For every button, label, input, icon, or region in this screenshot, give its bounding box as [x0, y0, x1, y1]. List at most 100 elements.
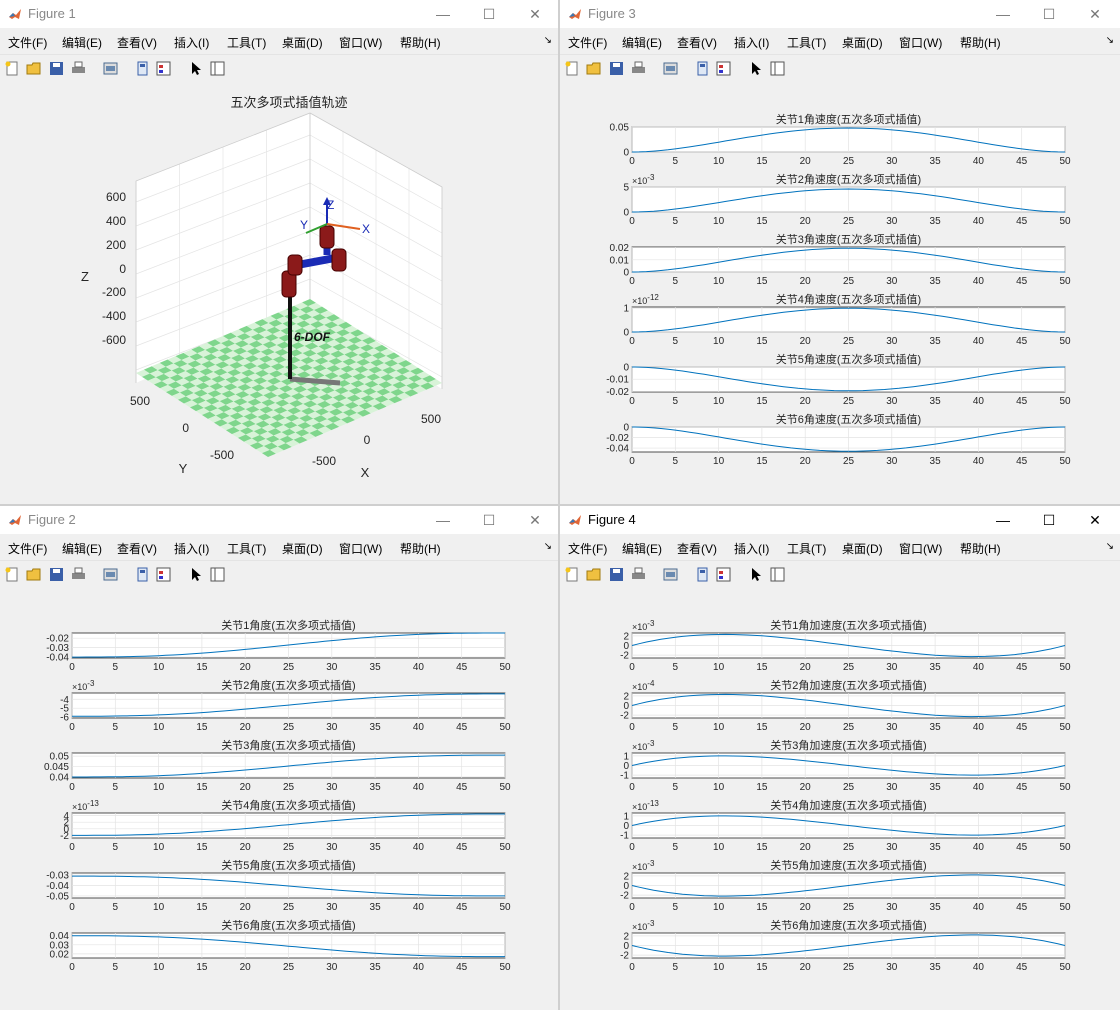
menu-item[interactable]: 编辑(E): [622, 34, 662, 51]
minimize-button[interactable]: —: [420, 0, 466, 28]
print-icon[interactable]: [70, 60, 87, 77]
menu-item[interactable]: 桌面(D): [282, 34, 323, 51]
subplot[interactable]: 关节6角加速度(五次多项式插值)0 5 10 15 20 25 30 35 40 45 5020-2…: [620, 918, 1071, 973]
open-file-icon[interactable]: [586, 566, 603, 583]
maximize-button[interactable]: ☐: [1026, 0, 1072, 28]
pointer-icon[interactable]: [747, 60, 764, 77]
subplot[interactable]: 关节2角速度(五次多项式插值)0 5 10 15 20 25 30 35 40 45 5050×10…: [623, 172, 1071, 227]
menu-item[interactable]: 编辑(E): [62, 34, 102, 51]
save-icon[interactable]: [48, 60, 65, 77]
subplot[interactable]: 关节5角度(五次多项式插值)0 5 10 15 20 25 30 35 40 45 50-0.03-…: [46, 858, 511, 913]
plot-browser-icon[interactable]: [209, 566, 226, 583]
open-file-icon[interactable]: [26, 566, 43, 583]
menu-item[interactable]: 文件(F): [8, 34, 47, 51]
subplot[interactable]: 关节1角度(五次多项式插值)0 5 10 15 20 25 30 35 40 45 50-0.02-…: [46, 618, 511, 673]
new-figure-icon[interactable]: [564, 566, 581, 583]
close-button[interactable]: ✕: [512, 0, 558, 28]
dock-icon[interactable]: [694, 566, 711, 583]
plot-browser-icon[interactable]: [769, 566, 786, 583]
menu-item[interactable]: 编辑(E): [62, 540, 102, 557]
subplot[interactable]: 关节2角加速度(五次多项式插值)0 5 10 15 20 25 30 35 40 45 5020-2…: [620, 678, 1071, 733]
menu-overflow-icon[interactable]: ↘: [1106, 35, 1114, 46]
menu-item[interactable]: 工具(T): [227, 34, 266, 51]
dock-icon[interactable]: [134, 566, 151, 583]
subplot[interactable]: 关节4角速度(五次多项式插值)0 5 10 15 20 25 30 35 40 45 5010×10…: [623, 292, 1071, 347]
menu-item[interactable]: 桌面(D): [282, 540, 323, 557]
menu-item[interactable]: 工具(T): [787, 540, 826, 557]
menu-item[interactable]: 工具(T): [787, 34, 826, 51]
menu-item[interactable]: 帮助(H): [400, 34, 441, 51]
minimize-button[interactable]: —: [980, 0, 1026, 28]
menu-item[interactable]: 插入(I): [734, 34, 769, 51]
menu-item[interactable]: 文件(F): [568, 540, 607, 557]
subplot[interactable]: 关节6角度(五次多项式插值)0 5 10 15 20 25 30 35 40 45 500.040.…: [50, 918, 511, 973]
menu-item[interactable]: 帮助(H): [400, 540, 441, 557]
menu-overflow-icon[interactable]: ↘: [544, 541, 552, 552]
subplot[interactable]: 关节3角度(五次多项式插值)0 5 10 15 20 25 30 35 40 45 500.050.…: [44, 738, 511, 793]
save-icon[interactable]: [608, 566, 625, 583]
subplot[interactable]: 关节2角度(五次多项式插值)0 5 10 15 20 25 30 35 40 45 50-4-5-6…: [60, 678, 511, 733]
close-button[interactable]: ✕: [512, 506, 558, 534]
menu-item[interactable]: 窗口(W): [339, 34, 382, 51]
angle-subplots[interactable]: 关节1角度(五次多项式插值)0 5 10 15 20 25 30 35 40 45 50-0.02-…: [0, 589, 558, 1010]
menu-item[interactable]: 查看(V): [117, 34, 157, 51]
menu-item[interactable]: 窗口(W): [899, 34, 942, 51]
subplot[interactable]: 关节5角速度(五次多项式插值)0 5 10 15 20 25 30 35 40 45 500-0.0…: [606, 352, 1071, 407]
subplot[interactable]: 关节6角速度(五次多项式插值)0 5 10 15 20 25 30 35 40 45 500-0.0…: [606, 412, 1071, 467]
menu-overflow-icon[interactable]: ↘: [1106, 541, 1114, 552]
plot-browser-icon[interactable]: [209, 60, 226, 77]
close-button[interactable]: ✕: [1072, 506, 1118, 534]
subplot[interactable]: 关节1角加速度(五次多项式插值)0 5 10 15 20 25 30 35 40 45 5020-2…: [620, 618, 1071, 673]
menu-item[interactable]: 桌面(D): [842, 34, 883, 51]
subplot[interactable]: 关节3角加速度(五次多项式插值)0 5 10 15 20 25 30 35 40 45 5010-1…: [620, 738, 1071, 793]
subplot[interactable]: 关节3角速度(五次多项式插值)0 5 10 15 20 25 30 35 40 45 500.020…: [610, 232, 1071, 287]
menu-item[interactable]: 查看(V): [677, 34, 717, 51]
menu-item[interactable]: 窗口(W): [339, 540, 382, 557]
subplot[interactable]: 关节4角度(五次多项式插值)0 5 10 15 20 25 30 35 40 45 50420-2×…: [60, 798, 511, 853]
pointer-icon[interactable]: [747, 566, 764, 583]
close-button[interactable]: ✕: [1072, 0, 1118, 28]
title-bar[interactable]: Figure 3 — ☐ ✕: [560, 0, 1120, 28]
acceleration-subplots[interactable]: 关节1角加速度(五次多项式插值)0 5 10 15 20 25 30 35 40 45 5020-2…: [560, 589, 1120, 1010]
maximize-button[interactable]: ☐: [466, 0, 512, 28]
menu-item[interactable]: 插入(I): [174, 34, 209, 51]
menu-item[interactable]: 窗口(W): [899, 540, 942, 557]
menu-item[interactable]: 插入(I): [174, 540, 209, 557]
plot-browser-icon[interactable]: [769, 60, 786, 77]
menu-overflow-icon[interactable]: ↘: [544, 35, 552, 46]
print-preview-icon[interactable]: [102, 60, 119, 77]
print-icon[interactable]: [70, 566, 87, 583]
pointer-icon[interactable]: [187, 60, 204, 77]
new-figure-icon[interactable]: [4, 60, 21, 77]
property-editor-icon[interactable]: [155, 60, 172, 77]
pointer-icon[interactable]: [187, 566, 204, 583]
maximize-button[interactable]: ☐: [466, 506, 512, 534]
print-preview-icon[interactable]: [662, 60, 679, 77]
dock-icon[interactable]: [134, 60, 151, 77]
title-bar[interactable]: Figure 1 — ☐ ✕: [0, 0, 558, 28]
maximize-button[interactable]: ☐: [1026, 506, 1072, 534]
velocity-subplots[interactable]: 关节1角速度(五次多项式插值)0 5 10 15 20 25 30 35 40 45 500.050…: [560, 83, 1120, 504]
menu-item[interactable]: 文件(F): [568, 34, 607, 51]
title-bar[interactable]: Figure 2 — ☐ ✕: [0, 506, 558, 534]
property-editor-icon[interactable]: [715, 566, 732, 583]
menu-item[interactable]: 桌面(D): [842, 540, 883, 557]
new-figure-icon[interactable]: [4, 566, 21, 583]
property-editor-icon[interactable]: [155, 566, 172, 583]
minimize-button[interactable]: —: [980, 506, 1026, 534]
menu-item[interactable]: 工具(T): [227, 540, 266, 557]
print-icon[interactable]: [630, 60, 647, 77]
3d-robot-plot[interactable]: Z X Y 6-DOF 五次多项式插值轨迹 600 400 200 0 -200 -400 -600 5…: [0, 83, 558, 504]
subplot[interactable]: 关节5角加速度(五次多项式插值)0 5 10 15 20 25 30 35 40 45 5020-2…: [620, 858, 1071, 913]
open-file-icon[interactable]: [586, 60, 603, 77]
menu-item[interactable]: 帮助(H): [960, 540, 1001, 557]
menu-item[interactable]: 帮助(H): [960, 34, 1001, 51]
menu-item[interactable]: 文件(F): [8, 540, 47, 557]
save-icon[interactable]: [48, 566, 65, 583]
subplot[interactable]: 关节4角加速度(五次多项式插值)0 5 10 15 20 25 30 35 40 45 5010-1…: [620, 798, 1071, 853]
menu-item[interactable]: 编辑(E): [622, 540, 662, 557]
open-file-icon[interactable]: [26, 60, 43, 77]
title-bar[interactable]: Figure 4 — ☐ ✕: [560, 506, 1120, 534]
new-figure-icon[interactable]: [564, 60, 581, 77]
print-preview-icon[interactable]: [102, 566, 119, 583]
